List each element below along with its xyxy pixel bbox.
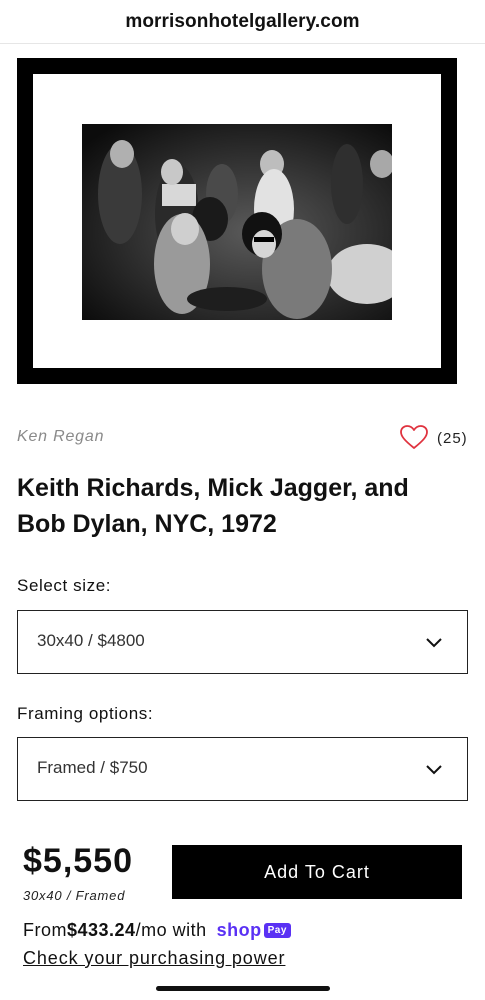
heart-outline-icon <box>400 425 428 449</box>
favorite-button[interactable] <box>400 425 428 451</box>
browser-url-bar[interactable]: morrisonhotelgallery.com <box>0 0 485 44</box>
framing-select-value: Framed / $750 <box>37 758 148 777</box>
photo-illustration <box>82 124 392 320</box>
shop-pay-logo: shop Pay <box>217 920 291 941</box>
financing-prefix: From <box>23 920 67 940</box>
total-price: $5,550 <box>23 842 133 880</box>
chevron-down-icon <box>426 765 442 775</box>
framed-artwork <box>17 58 457 384</box>
financing-text: From $433.24 /mo with shop Pay <box>23 920 291 941</box>
size-select-value: 30x40 / $4800 <box>37 631 145 650</box>
framing-label: Framing options: <box>17 704 154 723</box>
artwork-mat <box>33 74 441 368</box>
financing-amount: $433.24 <box>67 920 136 940</box>
add-to-cart-button[interactable]: Add To Cart <box>172 845 462 899</box>
size-label: Select size: <box>17 576 112 595</box>
url-text: morrisonhotelgallery.com <box>125 10 360 32</box>
check-purchasing-power-link[interactable]: Check your purchasing power <box>23 948 285 969</box>
size-select[interactable]: 30x40 / $4800 <box>17 610 468 674</box>
product-photo[interactable] <box>82 124 392 320</box>
framing-select[interactable]: Framed / $750 <box>17 737 468 801</box>
chevron-down-icon <box>426 638 442 648</box>
price-detail: 30x40 / Framed <box>23 888 126 903</box>
financing-suffix: /mo with <box>135 920 207 940</box>
artist-name[interactable]: Ken Regan <box>17 428 104 446</box>
product-title: Keith Richards, Mick Jagger, and Bob Dyl… <box>17 474 409 538</box>
shop-pay-brand-pay: Pay <box>263 923 291 938</box>
home-indicator[interactable] <box>156 986 330 991</box>
shop-pay-brand-shop: shop <box>216 920 262 940</box>
favorite-count: (25) <box>437 430 468 447</box>
